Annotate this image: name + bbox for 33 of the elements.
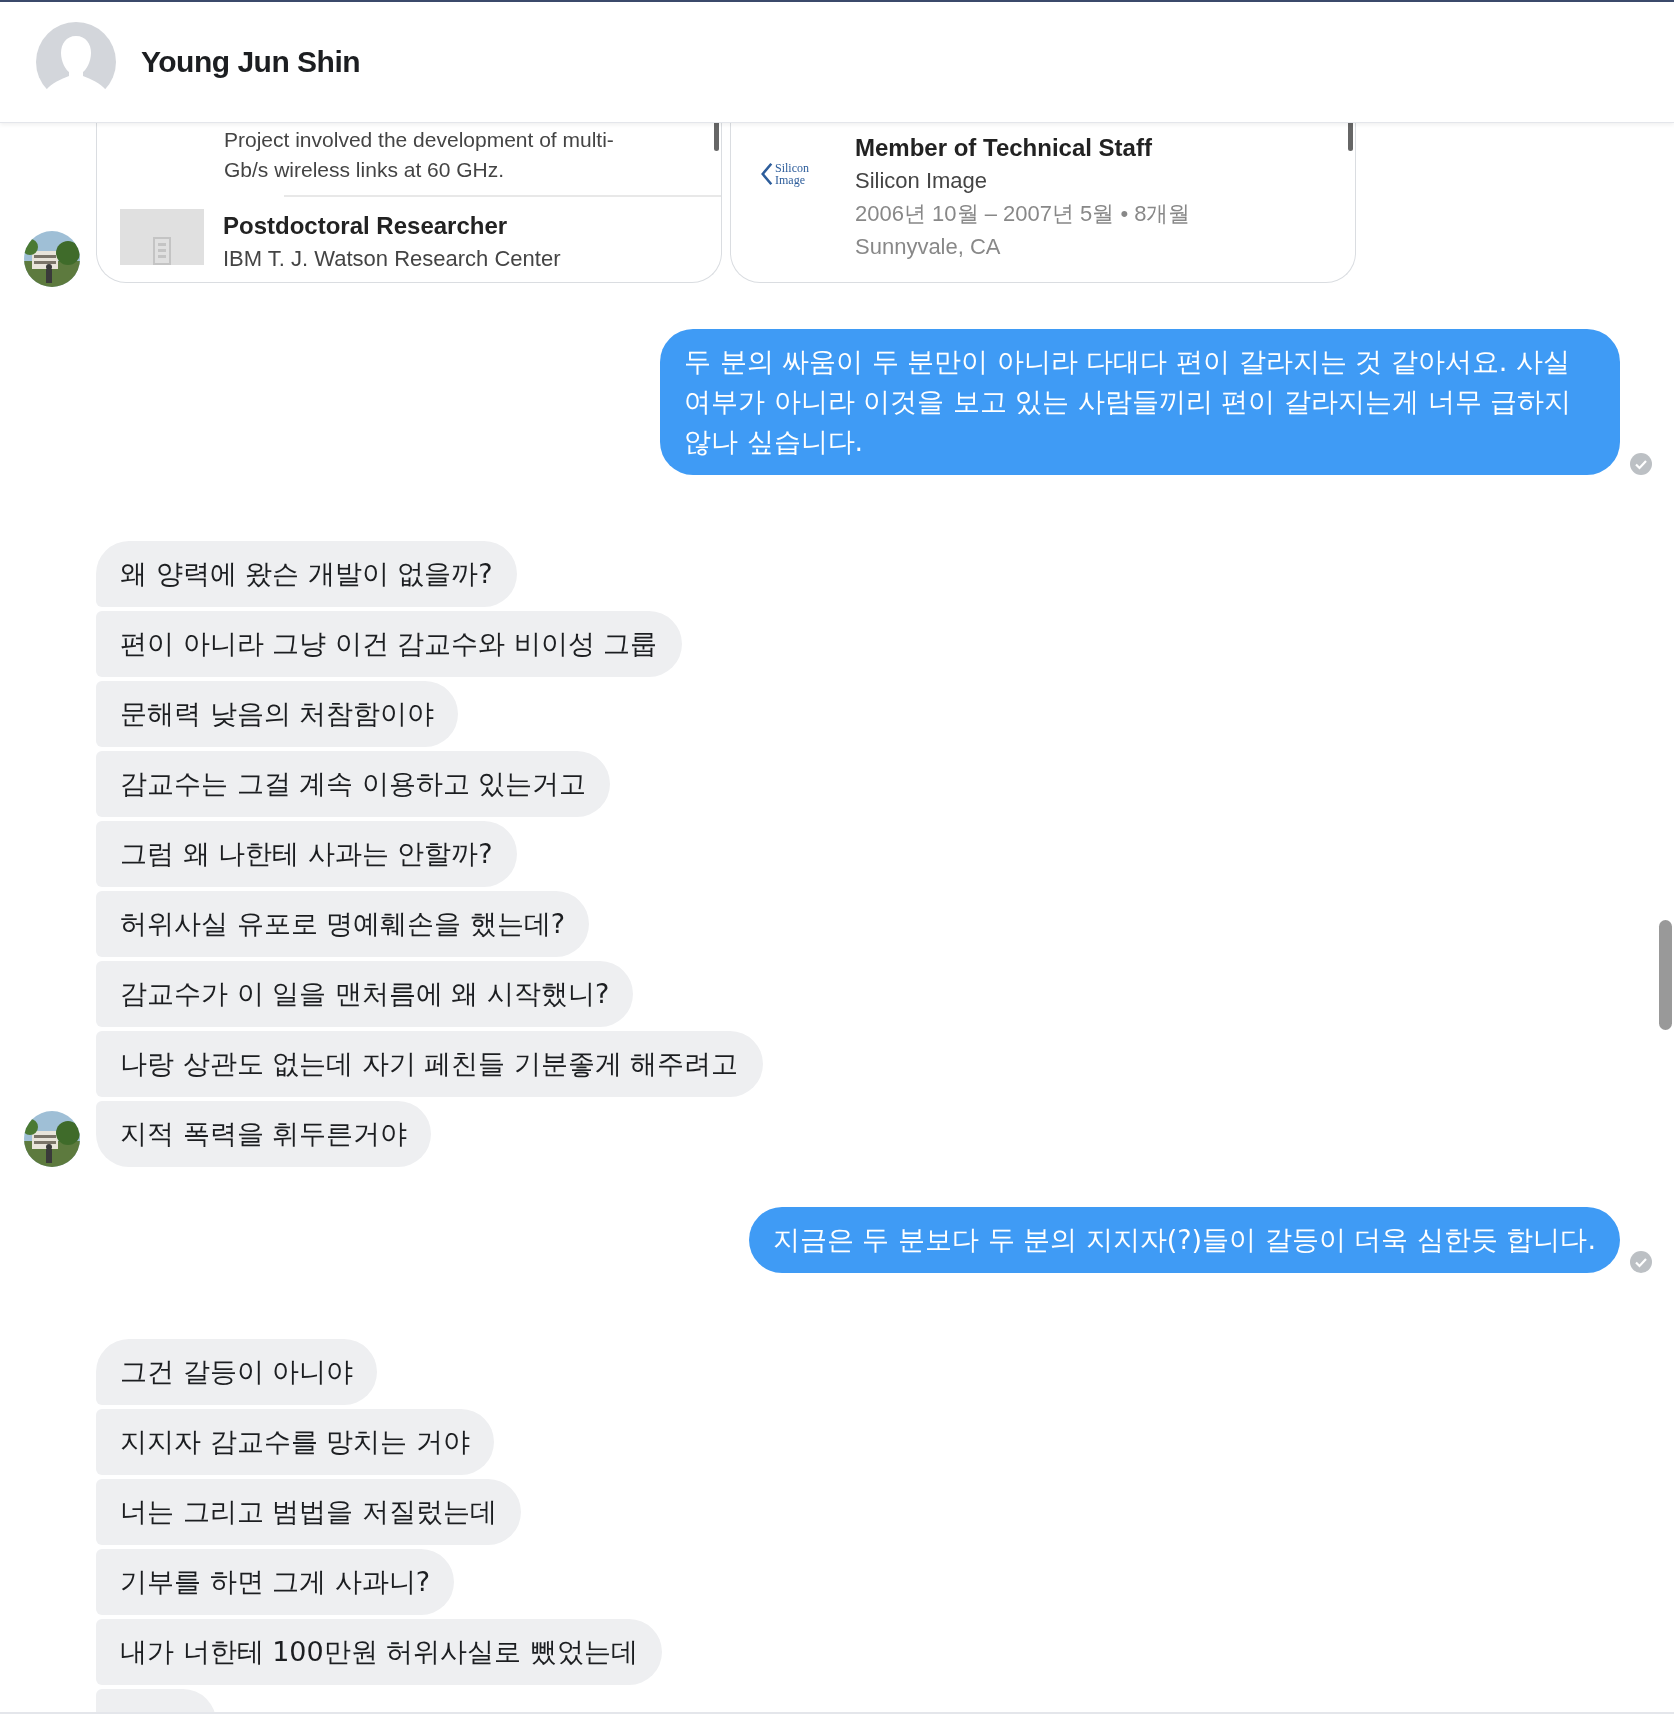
message-bubble: 감교수가 이 일을 맨처름에 왜 시작했니? xyxy=(96,961,634,1027)
avatar-icon xyxy=(36,22,116,102)
message-bubble: 나랑 상관도 없는데 자기 페친들 기분좋게 해주려고 xyxy=(96,1031,763,1097)
date-range: 2006년 10월 – 2007년 5월 • 8개월 xyxy=(855,200,1191,228)
chevron-icon xyxy=(761,161,773,187)
message-bubble: 지지자 감교수를 망치는 거야 xyxy=(96,1409,494,1475)
message-bubble: 너는 그리고 범법을 저질렀는데 xyxy=(96,1479,521,1545)
message-bubble: 두 분의 싸움이 두 분만이 아니라 다대다 편이 갈라지는 것 같아서요. 사실여부가 아니라 이것을 보고 있는 사람들끼리 편이 갈라지는게 너무 급하지 않나 싶습니다. xyxy=(660,329,1620,475)
message-bubble: 허위사실 유포로 명예훼손을 했는데? xyxy=(96,891,590,957)
logo-text: Image xyxy=(775,174,806,186)
message-bubble: 왜 양력에 왔슨 개발이 없을까? xyxy=(96,541,517,607)
message-bubble: 문해력 낮음의 처참함이야 xyxy=(96,681,459,747)
description-text: Project involved the development of multi- xyxy=(224,127,614,153)
building-icon xyxy=(152,237,172,265)
message-bubble: 내가 너한테 100만원 허위사실로 뺐었는데 xyxy=(96,1619,662,1685)
scrollbar-thumb[interactable] xyxy=(1659,920,1672,1030)
job-title: Postdoctoral Researcher xyxy=(223,211,509,241)
message-bubble: 편이 아니라 그냥 이건 감교수와 비이성 그룹 xyxy=(96,611,682,677)
logo-text: Silicon xyxy=(775,162,809,174)
message-bubble: 감교수는 그걸 계속 이용하고 있는거고 xyxy=(96,751,611,817)
message-bubble: 지적 폭력을 휘두른거야 xyxy=(96,1101,432,1167)
message-bubble: 기부를 하면 그게 사과니? xyxy=(96,1549,455,1615)
description-text: Gb/s wireless links at 60 GHz. xyxy=(224,157,505,183)
location-text: Sunnyvale, CA xyxy=(855,233,1002,261)
scrollbar-thumb xyxy=(714,123,719,151)
contact-name: Young Jun Shin xyxy=(141,45,361,79)
message-bubble: 지금은 두 분보다 두 분의 지지자(?)들이 갈등이 더욱 심한듯 합니다. xyxy=(748,1207,1620,1273)
job-title: Member of Technical Staff xyxy=(855,133,1153,163)
message-bubble: 그건 갈등이 아니야 xyxy=(96,1339,378,1405)
scrollbar-thumb xyxy=(1348,123,1353,151)
message-bubble: 그럼 왜 나한테 사과는 안할까? xyxy=(96,821,517,887)
company-name: Silicon Image xyxy=(855,167,989,195)
company-name: IBM T. J. Watson Research Center xyxy=(223,245,561,273)
